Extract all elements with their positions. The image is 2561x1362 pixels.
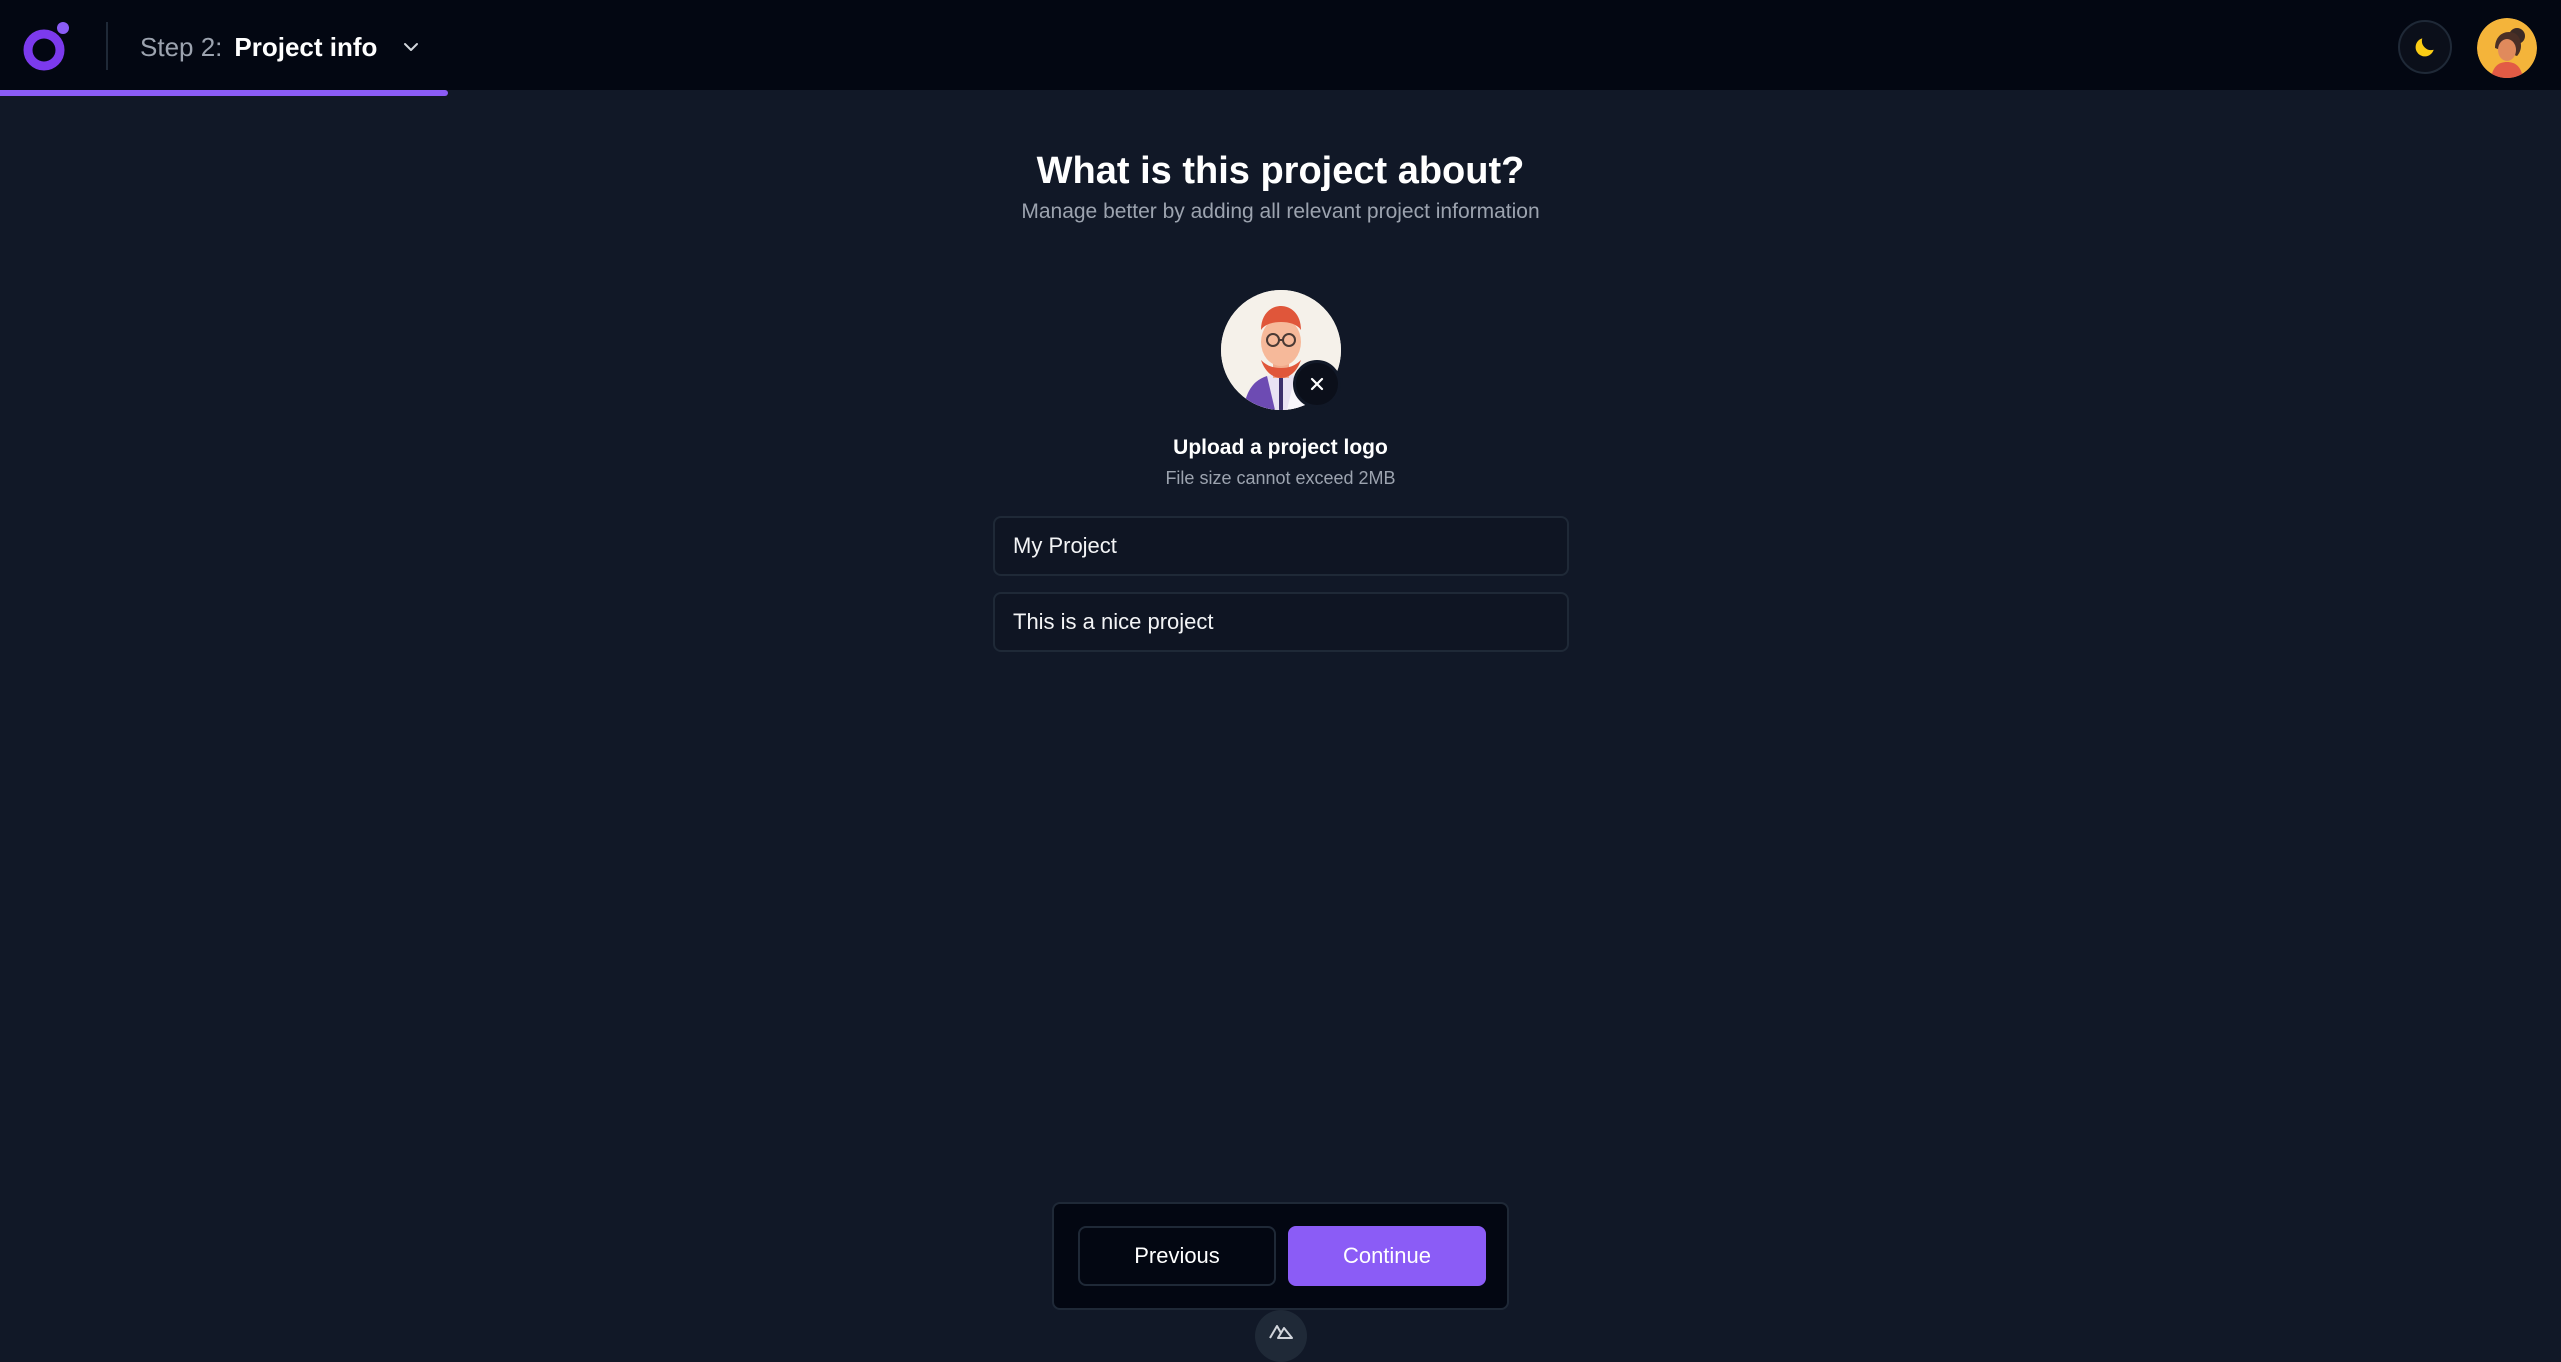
continue-button[interactable]: Continue (1288, 1226, 1486, 1286)
step-switcher[interactable]: Step 2: Project info (140, 24, 423, 70)
header-divider (106, 22, 108, 70)
upload-logo-title: Upload a project logo (1173, 436, 1388, 459)
moon-icon (2415, 38, 2434, 57)
close-icon (1310, 377, 1324, 391)
page-title: What is this project about? (1036, 150, 1525, 192)
project-logo-upload[interactable] (1221, 290, 1341, 410)
step-title: Project info (234, 31, 378, 62)
page-subtitle: Manage better by adding all relevant pro… (1021, 200, 1540, 223)
top-bar: Step 2: Project info (0, 0, 2561, 96)
project-name-input[interactable] (993, 516, 1569, 576)
step-prefix: Step 2: (140, 31, 223, 62)
project-description-input[interactable] (993, 592, 1569, 652)
previous-button[interactable]: Previous (1078, 1226, 1276, 1286)
chevron-down-icon (404, 43, 419, 51)
upload-logo-hint: File size cannot exceed 2MB (1165, 468, 1396, 488)
step-progress-fill (0, 90, 449, 96)
nuxt-devtools-button[interactable] (1255, 1310, 1307, 1362)
nuxt-icon (1269, 1325, 1293, 1339)
brand-logo-icon[interactable] (20, 18, 76, 74)
step-actions: Previous Continue (1052, 1202, 1509, 1310)
theme-toggle-button[interactable] (2398, 20, 2452, 74)
remove-logo-button[interactable] (1293, 360, 1341, 408)
user-avatar[interactable] (2477, 18, 2537, 78)
step-progress-bar (0, 90, 2561, 96)
